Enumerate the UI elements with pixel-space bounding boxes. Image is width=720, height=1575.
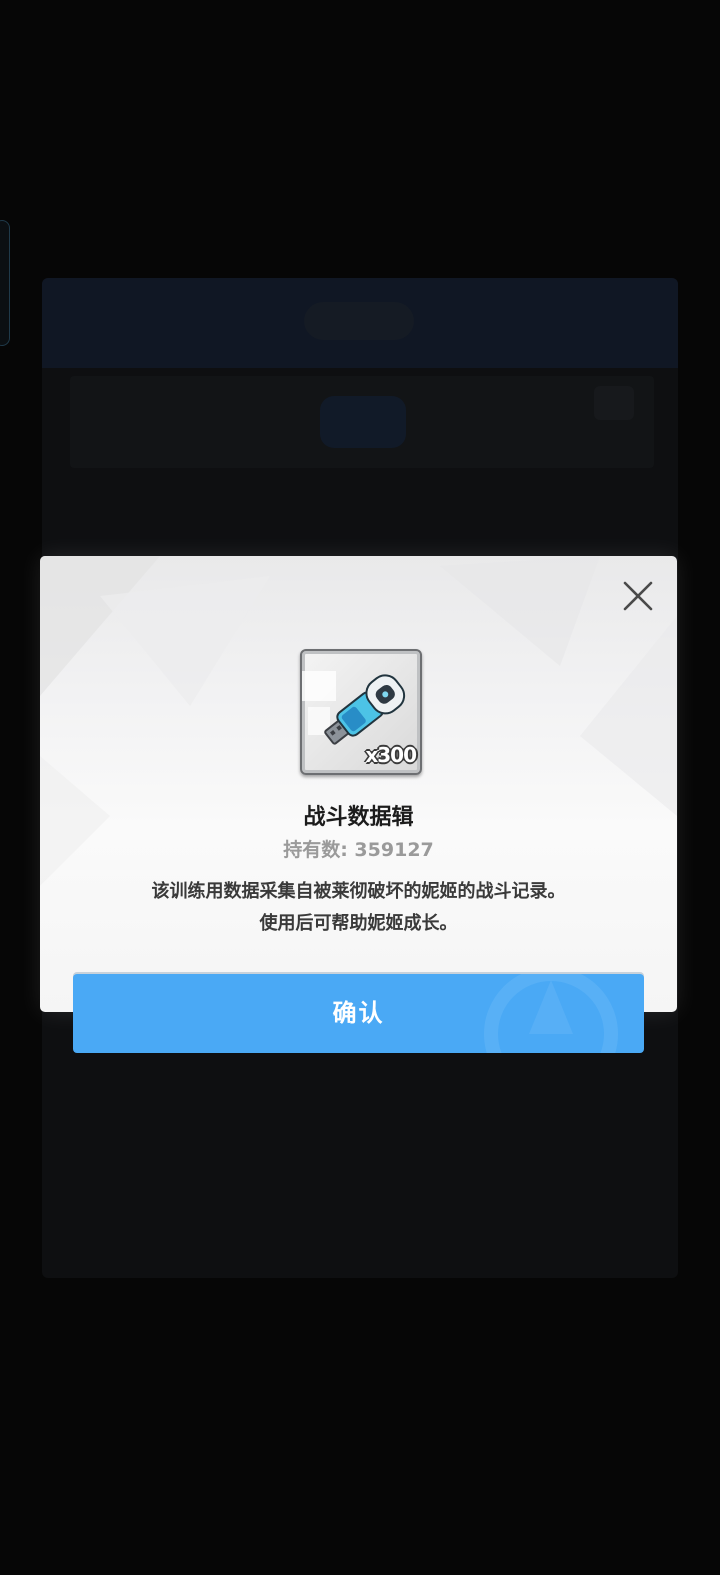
confirm-button[interactable]: 确认: [73, 974, 644, 1053]
background-header-title: [304, 302, 414, 340]
item-info-dialog: x300 战斗数据辑 持有数: 359127 该训练用数据采集自被莱彻破坏的妮姬…: [40, 556, 677, 1012]
background-card: [70, 376, 654, 468]
dialog-background-pattern: [40, 556, 677, 886]
background-card-icon: [320, 396, 406, 448]
screen: x300 战斗数据辑 持有数: 359127 该训练用数据采集自被莱彻破坏的妮姬…: [0, 0, 720, 1575]
background-panel-header: [42, 278, 678, 368]
owned-count: 持有数: 359127: [283, 839, 434, 861]
background-side-tab: [0, 220, 10, 346]
item-description-line: 使用后可帮助妮姬成长。: [259, 913, 458, 934]
item-name: 战斗数据辑: [303, 805, 414, 830]
confirm-button-label: 确认: [332, 999, 385, 1027]
item-icon-frame: x300: [300, 649, 422, 775]
close-icon: [623, 581, 653, 611]
item-description: 该训练用数据采集自被莱彻破坏的妮姬的战斗记录。 使用后可帮助妮姬成长。: [40, 876, 677, 940]
item-description-line: 该训练用数据采集自被莱彻破坏的妮姬的战斗记录。: [151, 881, 566, 902]
item-quantity-badge: x300: [365, 743, 417, 767]
background-card-corner: [594, 386, 634, 420]
close-button[interactable]: [618, 576, 658, 616]
